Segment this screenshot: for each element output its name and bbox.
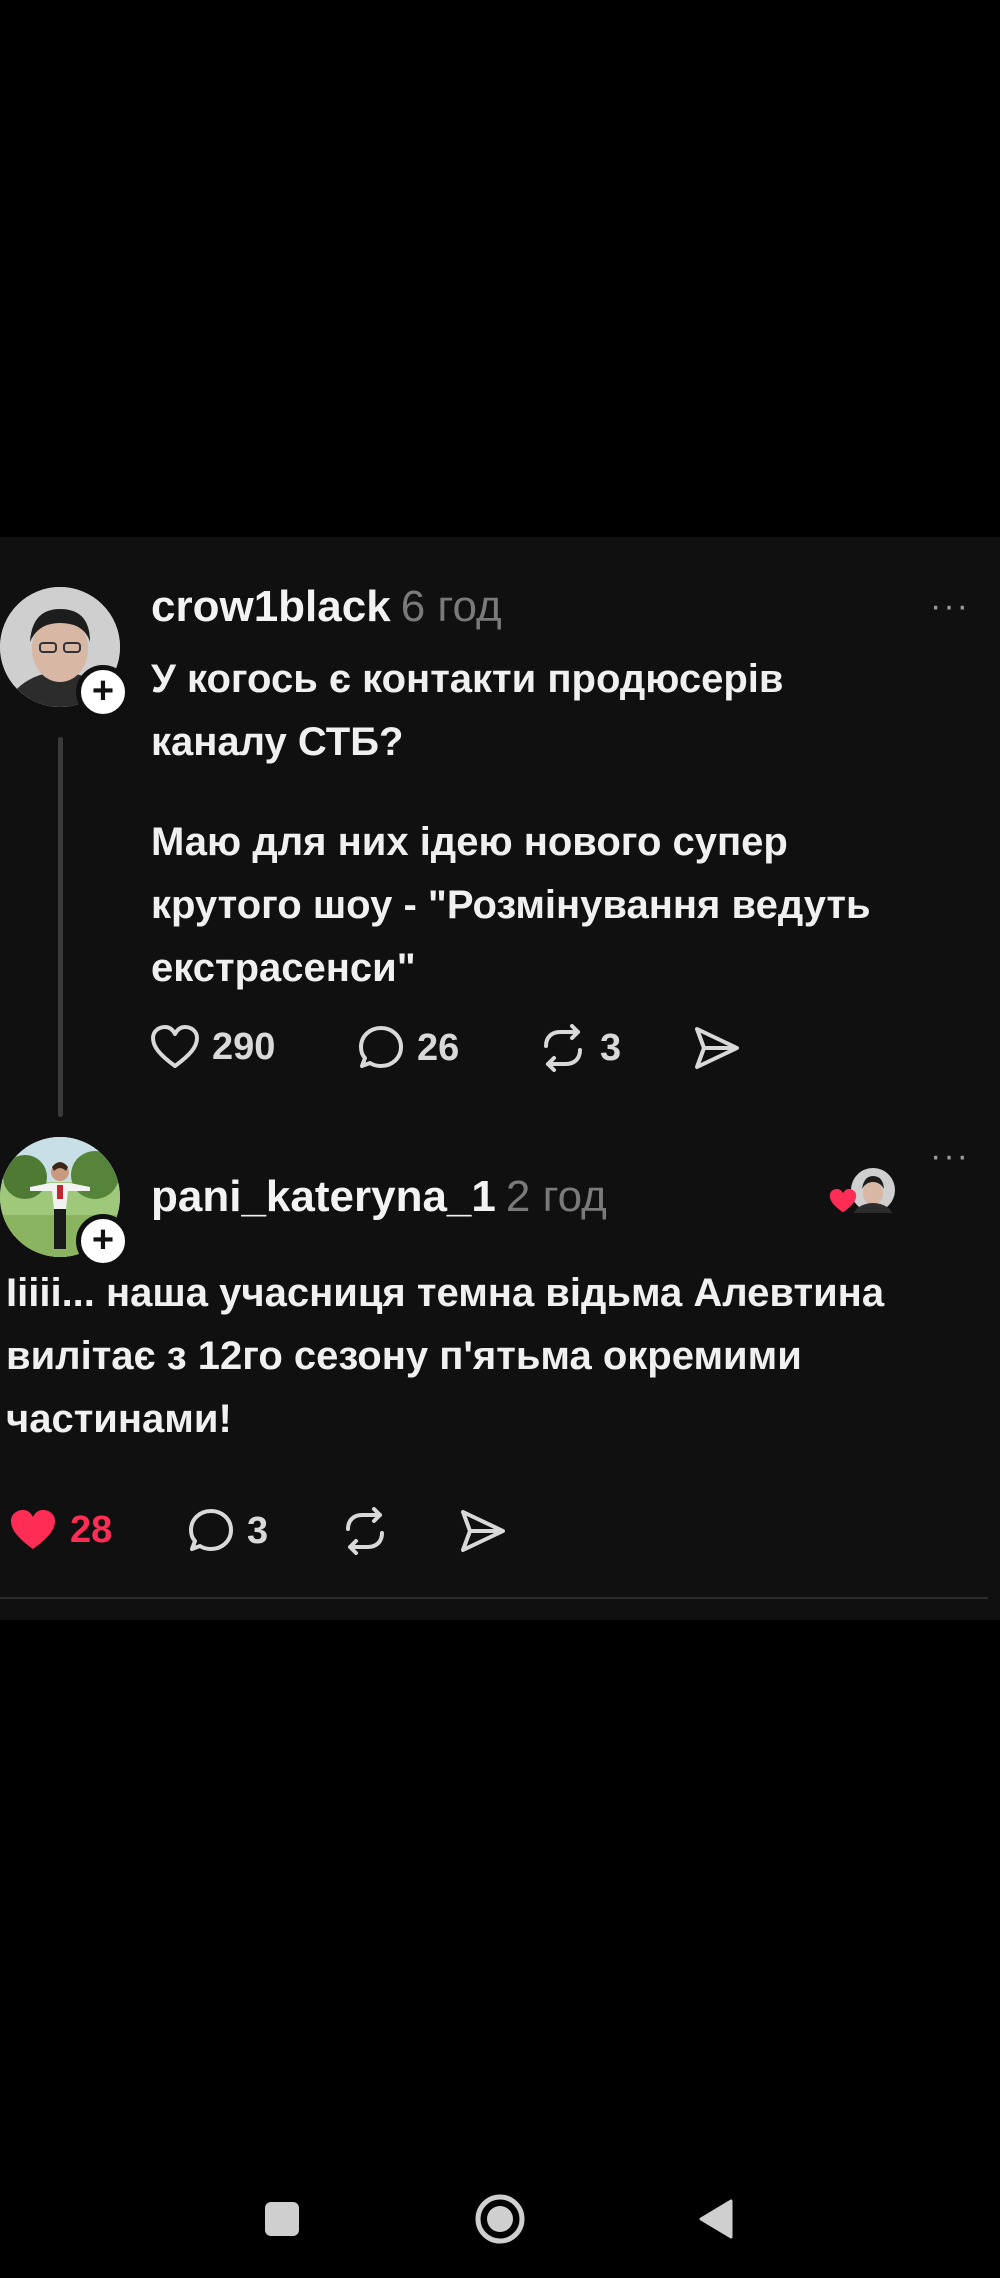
repost-icon — [544, 1024, 582, 1072]
post-time: 6 год — [400, 582, 502, 631]
reply-follow-plus-icon[interactable]: + — [76, 1214, 130, 1268]
home-button[interactable] — [474, 2193, 526, 2250]
reply-username-line: pani_kateryna_1 2 год — [151, 1172, 607, 1222]
post-comment-count: 26 — [417, 1026, 460, 1069]
thread-divider — [0, 1597, 988, 1599]
comment-icon — [359, 1026, 403, 1068]
reply-time: 2 год — [505, 1172, 607, 1221]
comment-icon — [189, 1509, 233, 1551]
back-triangle-icon — [699, 2199, 733, 2239]
back-button[interactable] — [697, 2198, 735, 2245]
heart-badge-icon — [829, 1189, 857, 1213]
reply-like-button[interactable]: 28 — [8, 1507, 112, 1553]
reply-like-count: 28 — [70, 1508, 113, 1551]
post-follow-plus-icon[interactable]: + — [76, 665, 130, 719]
square-icon — [265, 2202, 299, 2236]
liked-by-author-indicator — [826, 1167, 896, 1215]
reply-username[interactable]: pani_kateryna_1 — [151, 1172, 496, 1221]
post-repost-count: 3 — [600, 1026, 622, 1069]
share-icon — [461, 1510, 505, 1552]
reply-text: Iiiii... наша учасниця темна відьма Алев… — [6, 1271, 885, 1441]
thread-connector-line — [58, 737, 63, 1117]
reply-comment-button[interactable]: 3 — [187, 1507, 268, 1555]
post-share-button[interactable] — [692, 1024, 742, 1072]
post-like-count: 290 — [212, 1025, 276, 1068]
post-text-p1: У когось є контакти продюсерів каналу СТ… — [151, 657, 784, 764]
home-circle-icon — [475, 2194, 525, 2244]
post-more-icon[interactable]: ··· — [930, 587, 970, 626]
reply-share-button[interactable] — [458, 1507, 508, 1555]
recents-button[interactable] — [263, 2200, 301, 2243]
post-like-button[interactable]: 290 — [150, 1024, 275, 1070]
repost-icon — [346, 1507, 384, 1555]
post-text-p2: Маю для них ідею нового супер крутого шо… — [151, 820, 871, 990]
post-repost-button[interactable]: 3 — [538, 1024, 621, 1072]
reply-repost-button[interactable] — [340, 1507, 390, 1555]
share-icon — [695, 1027, 739, 1069]
reply-comment-count: 3 — [247, 1509, 269, 1552]
heart-icon — [151, 1025, 199, 1068]
reply-more-icon[interactable]: ··· — [930, 1137, 970, 1176]
post-username-line: crow1black 6 год — [151, 582, 502, 632]
post-comment-button[interactable]: 26 — [357, 1024, 459, 1072]
thread-card: + crow1black 6 год ··· У когось є контакт… — [0, 537, 1000, 1620]
heart-filled-icon — [11, 1510, 55, 1549]
post-username[interactable]: crow1black — [151, 582, 391, 631]
